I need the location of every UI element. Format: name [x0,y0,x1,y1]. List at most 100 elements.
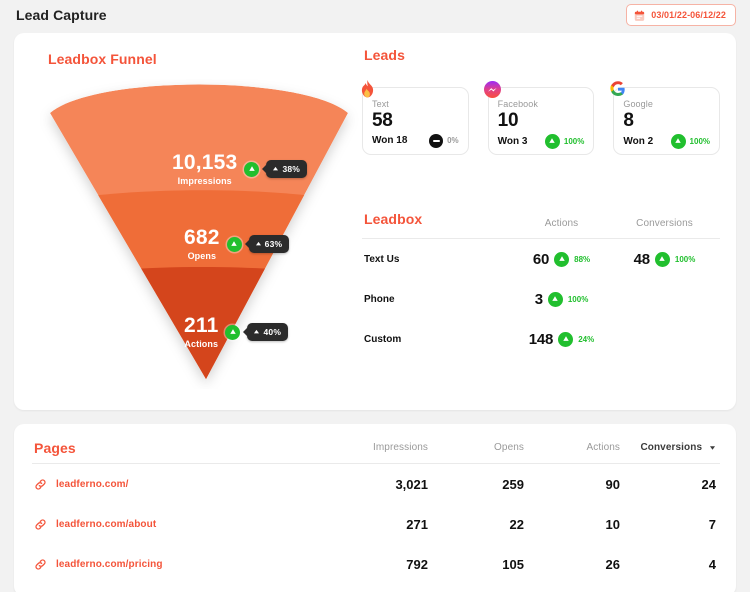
leadbox-row-actions: 3 100% [510,291,613,308]
lead-card-text[interactable]: Text 58 Won 18 0% [361,80,469,155]
overview-card: Leadbox Funnel 10,153 Impressions 38% 68… [14,33,736,410]
funnel-label: Impressions [177,176,232,186]
lead-card-delta-value: 100% [689,136,711,146]
page-url[interactable]: leadferno.com/pricing [56,559,163,570]
calendar-icon [634,9,645,22]
lead-card-delta-value: 0% [447,136,459,146]
date-range-picker[interactable]: 03/01/22-06/12/22 [626,4,736,26]
funnel-delta-badge: 40% [243,323,289,341]
pages-column-impressions[interactable]: Impressions [332,442,428,453]
leadbox-row-name: Text Us [364,253,400,265]
page-actions: 10 [605,516,620,532]
pages-column-conversions-label: Conversions [640,442,703,453]
trend-up-icon [226,236,242,252]
arrow-up-icon [273,166,279,170]
table-row[interactable]: Text Us 60 88% 48 100% [362,239,720,279]
lead-card-footer: Won 18 0% [372,133,459,148]
page-impressions: 271 [406,516,428,532]
trend-up-icon [554,251,570,267]
arrow-up-icon [255,241,261,245]
page-header: Lead Capture 03/01/22-06/12/22 [0,0,750,30]
lead-card-footer: Won 3 100% [497,133,585,149]
lead-card-footer: Won 2 100% [623,133,711,149]
funnel-delta-badge: 38% [262,160,308,178]
page-actions: 90 [605,476,620,492]
link-icon [34,518,47,531]
leadbox-header-row: Leadbox Actions Conversions [362,211,720,238]
page-impressions: 792 [406,556,428,572]
leads-title: Leads [364,47,405,63]
table-row[interactable]: Custom 148 24% [362,319,720,359]
page-conversions: 7 [708,516,716,532]
table-row[interactable]: leadferno.com/ 3,021 259 90 24 [32,464,720,504]
metric-delta: 100% [674,254,696,264]
page-impressions: 3,021 [395,476,428,492]
trend-up-icon [225,324,241,340]
sort-desc-icon [709,444,716,451]
arrow-up-icon [254,329,260,333]
lead-card-google[interactable]: Google 8 Won 2 100% [610,81,721,155]
metric-delta: 100% [567,294,589,304]
leadbox-row-actions: 60 88% [510,251,613,268]
leadbox-column-conversions: Conversions [636,218,693,229]
metric-value: 60 [532,250,550,268]
funnel-value: 682 [184,226,220,249]
lead-card-value: 58 [372,110,393,131]
funnel-row-opens: 682 Opens 63% [184,226,290,261]
date-range-label: 03/01/22-06/12/22 [651,10,726,20]
lead-card-name: Google [623,99,653,109]
trend-up-icon [670,133,686,149]
funnel-label: Opens [187,251,217,261]
trend-up-icon [544,133,560,149]
funnel-row-actions: 211 Actions 40% [184,314,289,349]
lead-card-list: Text 58 Won 18 0% Facebook 10 Won 3 100%… [361,80,721,155]
metric-value: 148 [528,330,554,348]
trend-up-icon [244,161,260,177]
lead-card-won: Won 18 [372,135,408,147]
leadbox-row-actions: 148 24% [510,331,613,348]
link-icon [34,558,47,571]
pages-column-actions[interactable]: Actions [524,442,620,453]
leadbox-panel: Leadbox Actions Conversions Text Us 60 8… [362,211,720,359]
lead-card-value: 10 [497,110,519,131]
funnel-value: 10,153 [172,151,238,174]
page-opens: 22 [509,516,524,532]
pages-header-row: Impressions Opens Actions Conversions [32,442,720,463]
page-url[interactable]: leadferno.com/about [56,519,156,530]
lead-card-won: Won 3 [497,135,528,147]
metric-value: 3 [534,290,543,308]
page-opens: 105 [502,556,524,572]
trend-up-icon [558,331,574,347]
pages-column-conversions[interactable]: Conversions [620,442,716,453]
lead-card-delta: 100% [544,133,585,149]
google-icon [608,79,628,99]
leadbox-row-name: Phone [364,293,395,305]
pages-card: Pages Impressions Opens Actions Conversi… [14,424,736,592]
lead-card-delta: 0% [429,133,459,148]
lead-card-name: Facebook [497,99,538,109]
funnel-delta-value: 38% [282,164,301,174]
table-row[interactable]: leadferno.com/pricing 792 105 26 4 [32,544,720,584]
funnel-label: Actions [184,339,219,349]
dashboard-page: Lead Capture 03/01/22-06/12/22 Leadbox F… [0,0,750,592]
funnel-value: 211 [184,314,219,337]
page-url[interactable]: leadferno.com/ [56,479,129,490]
pages-column-opens[interactable]: Opens [428,442,524,453]
funnel-panel: Leadbox Funnel 10,153 Impressions 38% 68… [34,47,364,397]
leadbox-title: Leadbox [364,211,423,227]
table-row[interactable]: leadferno.com/about 271 22 10 7 [32,504,720,544]
table-row[interactable]: Phone 3 100% [362,279,720,319]
leads-panel: Leads Text 58 Won 18 0% Facebook 10 Won … [361,47,721,155]
page-opens: 259 [502,476,524,492]
leadbox-column-actions: Actions [544,218,579,229]
messenger-icon [483,79,503,99]
lead-card-won: Won 2 [623,135,654,147]
metric-value: 48 [633,250,651,268]
leadbox-row-name: Custom [364,333,402,345]
pages-panel: Pages Impressions Opens Actions Conversi… [32,440,720,584]
metric-delta: 24% [578,334,595,344]
lead-card-facebook[interactable]: Facebook 10 Won 3 100% [484,80,595,155]
trend-up-icon [547,291,563,307]
funnel-delta-value: 63% [264,239,283,249]
lead-card-delta-value: 100% [563,136,585,146]
